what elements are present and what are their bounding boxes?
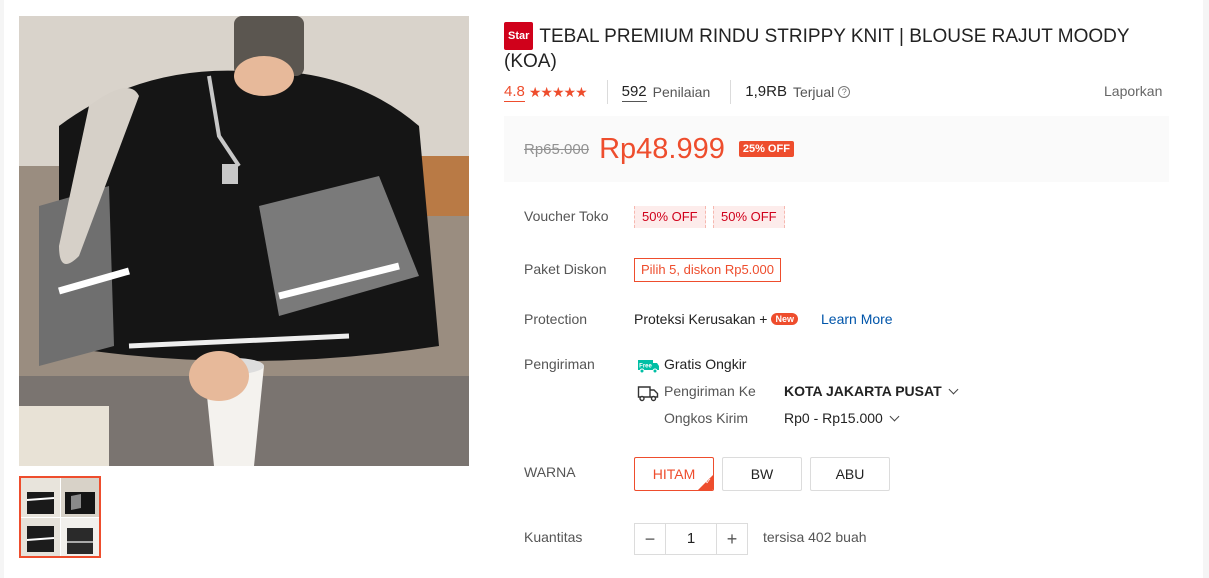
paket-diskon-chip[interactable]: Pilih 5, diskon Rp5.000 bbox=[634, 258, 781, 282]
variant-option-label: ABU bbox=[835, 466, 865, 482]
shipping-cost-value: Rp0 - Rp15.000 bbox=[784, 410, 883, 426]
product-title-row: Star TEBAL PREMIUM RINDU STRIPPY KNIT | B… bbox=[504, 22, 1164, 74]
product-photo bbox=[19, 16, 469, 466]
quantity-input[interactable]: 1 bbox=[666, 523, 716, 555]
learn-more-link[interactable]: Learn More bbox=[821, 311, 893, 327]
rating-value[interactable]: 4.8 bbox=[504, 83, 525, 102]
protection-text: Proteksi Kerusakan + bbox=[634, 311, 768, 327]
chevron-down-icon bbox=[889, 411, 900, 422]
rating-stars-icon: ★★★★★ bbox=[528, 83, 588, 100]
help-icon[interactable]: ? bbox=[838, 86, 851, 98]
stats-divider bbox=[730, 80, 732, 104]
reviews-count[interactable]: 592 bbox=[621, 83, 647, 102]
shipping-cost-label: Ongkos Kirim bbox=[664, 410, 749, 426]
free-shipping-icon: Free bbox=[636, 356, 660, 374]
stock-remaining: tersisa 402 buah bbox=[763, 529, 867, 545]
variant-label: WARNA bbox=[524, 464, 576, 480]
variant-option-hitam[interactable]: HITAM bbox=[634, 457, 714, 491]
quantity-stepper: − 1 + bbox=[634, 523, 748, 555]
protection-label: Protection bbox=[524, 311, 588, 327]
sold-count: 1,9RB bbox=[745, 83, 787, 100]
shipping-cost-selector[interactable]: Rp0 - Rp15.000 bbox=[784, 410, 900, 426]
current-price: Rp48.999 bbox=[599, 132, 725, 165]
new-badge: New bbox=[771, 313, 798, 325]
product-title: Star TEBAL PREMIUM RINDU STRIPPY KNIT | B… bbox=[504, 22, 1130, 72]
shipping-label: Pengiriman bbox=[524, 356, 595, 372]
quantity-increase-button[interactable]: + bbox=[716, 523, 748, 555]
star-seller-badge: Star bbox=[504, 22, 534, 50]
voucher-chip[interactable]: 50% OFF bbox=[634, 206, 706, 228]
ship-to-value: KOTA JAKARTA PUSAT bbox=[784, 383, 942, 399]
stats-divider bbox=[606, 80, 608, 104]
product-thumbnail[interactable] bbox=[19, 476, 101, 558]
ship-to-label: Pengiriman Ke bbox=[664, 383, 756, 399]
voucher-chip[interactable]: 50% OFF bbox=[713, 206, 785, 228]
price-box: Rp65.000 Rp48.999 25% OFF bbox=[504, 116, 1169, 182]
discount-badge: 25% OFF bbox=[738, 141, 794, 157]
chevron-down-icon bbox=[948, 384, 959, 395]
selected-check-icon bbox=[698, 475, 713, 490]
ship-to-selector[interactable]: KOTA JAKARTA PUSAT bbox=[784, 383, 959, 399]
voucher-label: Voucher Toko bbox=[524, 208, 609, 224]
variant-option-label: HITAM bbox=[652, 466, 696, 482]
variant-option-abu[interactable]: ABU bbox=[810, 457, 890, 491]
paket-diskon-label: Paket Diskon bbox=[524, 261, 607, 277]
original-price: Rp65.000 bbox=[524, 140, 590, 158]
free-badge: Free bbox=[639, 364, 652, 370]
thumbnail-collage bbox=[21, 478, 99, 556]
product-title-text: TEBAL PREMIUM RINDU STRIPPY KNIT | BLOUS… bbox=[504, 26, 1130, 72]
reviews-label: Penilaian bbox=[652, 84, 711, 100]
protection-value: Proteksi Kerusakan + New bbox=[634, 311, 798, 327]
sold-label: Terjual bbox=[792, 84, 835, 100]
variant-option-bw[interactable]: BW bbox=[722, 457, 802, 491]
product-stats: 4.8 ★★★★★ 592 Penilaian 1,9RB Terjual ? bbox=[504, 80, 851, 104]
truck-icon bbox=[637, 384, 659, 402]
quantity-label: Kuantitas bbox=[524, 529, 583, 545]
quantity-decrease-button[interactable]: − bbox=[634, 523, 666, 555]
free-shipping-text: Gratis Ongkir bbox=[664, 356, 747, 372]
report-link[interactable]: Laporkan bbox=[1104, 83, 1162, 99]
product-main-image[interactable] bbox=[19, 16, 469, 466]
variant-option-label: BW bbox=[750, 466, 774, 482]
